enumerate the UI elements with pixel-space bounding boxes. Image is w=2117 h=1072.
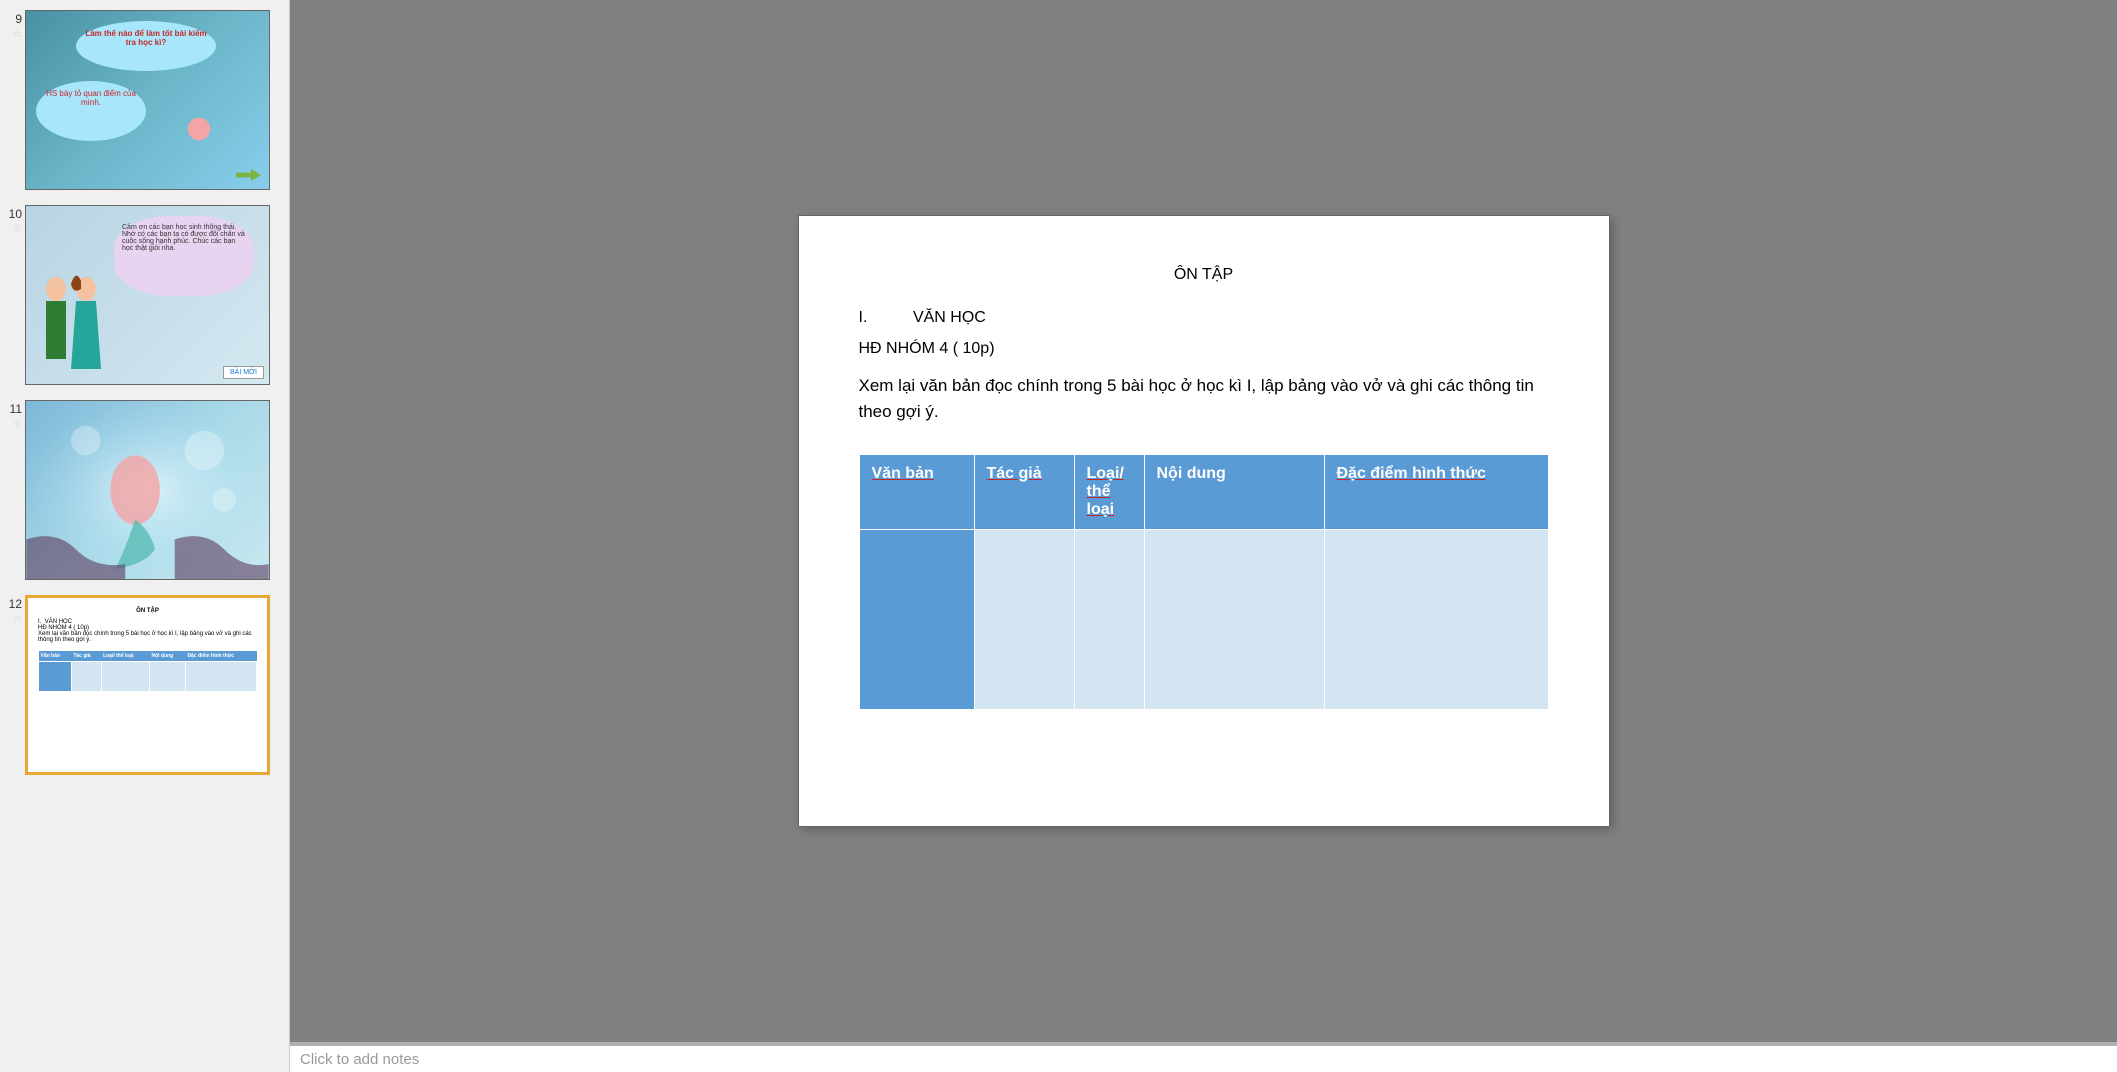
star-icon: ☆ bbox=[13, 419, 22, 430]
slide-subtitle[interactable]: HĐ NHÓM 4 ( 10p) bbox=[859, 340, 1549, 358]
notes-pane[interactable]: Click to add notes bbox=[290, 1042, 2117, 1072]
table-header-cell[interactable]: Nội dung bbox=[1144, 455, 1324, 530]
slide-number-label: 12 ☆ bbox=[5, 595, 25, 775]
slide-number-label: 11 ☆ bbox=[5, 400, 25, 580]
star-icon: ☆ bbox=[13, 29, 22, 40]
slide-table[interactable]: Văn bản Tác giả Loại/ thể loại Nội dung … bbox=[859, 454, 1549, 710]
arrow-right-icon bbox=[236, 169, 261, 181]
prince-princess-icon bbox=[31, 259, 111, 379]
slide-title[interactable]: ÔN TẬP bbox=[859, 266, 1549, 284]
thumbnail-slide-11[interactable]: 11 ☆ bbox=[0, 395, 289, 585]
table-header-cell[interactable]: Tác giả bbox=[974, 455, 1074, 530]
speech-cloud: HS bày tỏ quan điểm của mình. bbox=[36, 81, 146, 141]
slide-body-text[interactable]: Xem lại văn bản đọc chính trong 5 bài họ… bbox=[859, 373, 1549, 424]
table-row[interactable] bbox=[859, 530, 1548, 710]
main-editor-area: ÔN TẬP I. VĂN HỌC HĐ NHÓM 4 ( 10p) Xem l… bbox=[290, 0, 2117, 1072]
speech-cloud: Cảm ơn các bạn học sinh thông thái. Nhờ … bbox=[114, 216, 254, 296]
notes-placeholder[interactable]: Click to add notes bbox=[300, 1051, 419, 1068]
thumbnails-panel[interactable]: 9 ☆ Làm thế nào để làm tốt bài kiểm tra … bbox=[0, 0, 290, 1072]
characters-image bbox=[31, 259, 111, 379]
thumbnail-preview[interactable]: Cảm ơn các bạn học sinh thông thái. Nhờ … bbox=[25, 205, 270, 385]
mini-table: Văn bản Tác giả Loại/ thể loại Nội dung … bbox=[38, 651, 257, 692]
thumbnail-slide-10[interactable]: 10 ☆ Cảm ơn các bạn học sinh thông thái.… bbox=[0, 200, 289, 390]
section-number: I. bbox=[859, 309, 909, 327]
slide-number-label: 10 ☆ bbox=[5, 205, 25, 385]
star-icon: ☆ bbox=[13, 224, 22, 235]
thumbnail-slide-9[interactable]: 9 ☆ Làm thế nào để làm tốt bài kiểm tra … bbox=[0, 5, 289, 195]
mini-body-text: Xem lại văn bản đọc chính trong 5 bài họ… bbox=[38, 631, 257, 643]
section-label: VĂN HỌC bbox=[913, 309, 986, 327]
slide-number-label: 9 ☆ bbox=[5, 10, 25, 190]
thumbnail-preview-selected[interactable]: ÔN TẬP I. VĂN HỌC HĐ NHÓM 4 ( 10p) Xem l… bbox=[25, 595, 270, 775]
table-header-cell[interactable]: Loại/ thể loại bbox=[1074, 455, 1144, 530]
table-header-cell[interactable]: Đặc điểm hình thức bbox=[1324, 455, 1548, 530]
table-cell[interactable] bbox=[859, 530, 974, 710]
slide-viewport[interactable]: ÔN TẬP I. VĂN HỌC HĐ NHÓM 4 ( 10p) Xem l… bbox=[290, 0, 2117, 1042]
mermaid-image bbox=[159, 89, 239, 169]
mini-slide-title: ÔN TẬP bbox=[38, 608, 257, 614]
section-heading[interactable]: I. VĂN HỌC bbox=[859, 309, 1549, 332]
speech-cloud: Làm thế nào để làm tốt bài kiểm tra học … bbox=[76, 21, 216, 71]
thumbnail-preview[interactable]: Làm thế nào để làm tốt bài kiểm tra học … bbox=[25, 10, 270, 190]
slide-canvas[interactable]: ÔN TẬP I. VĂN HỌC HĐ NHÓM 4 ( 10p) Xem l… bbox=[799, 216, 1609, 826]
next-lesson-button: BÀI MỚI bbox=[223, 366, 264, 379]
table-cell[interactable] bbox=[1074, 530, 1144, 710]
table-cell[interactable] bbox=[1324, 530, 1548, 710]
table-header-cell[interactable]: Văn bản bbox=[859, 455, 974, 530]
thumbnail-preview[interactable] bbox=[25, 400, 270, 580]
star-icon: ☆ bbox=[13, 614, 22, 625]
table-cell[interactable] bbox=[1144, 530, 1324, 710]
table-header-row[interactable]: Văn bản Tác giả Loại/ thể loại Nội dung … bbox=[859, 455, 1548, 530]
thumbnail-slide-12[interactable]: 12 ☆ ÔN TẬP I. VĂN HỌC HĐ NHÓM 4 ( 10p) … bbox=[0, 590, 289, 780]
mermaid-underwater-image bbox=[26, 401, 269, 579]
table-cell[interactable] bbox=[974, 530, 1074, 710]
